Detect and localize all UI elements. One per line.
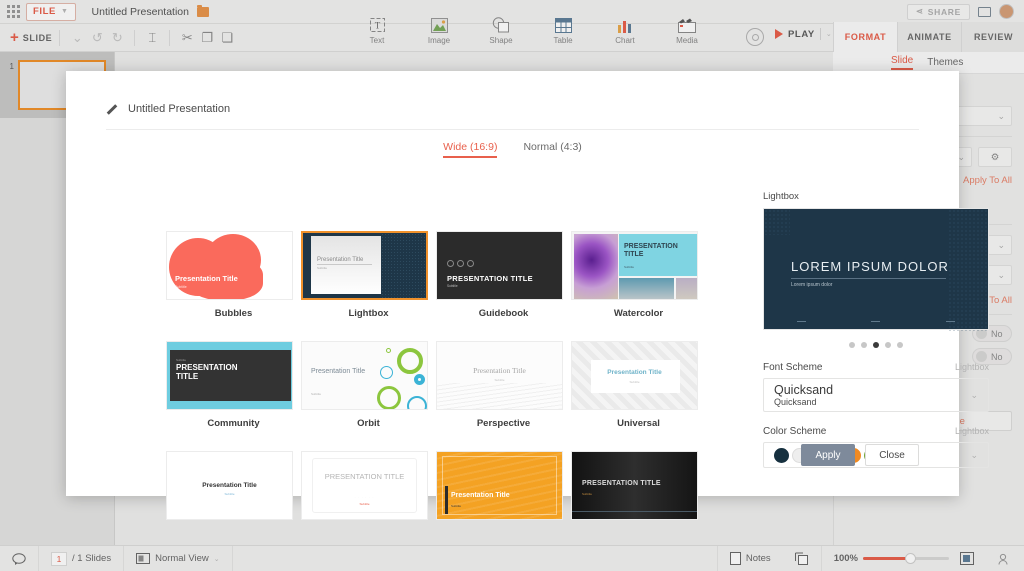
theme-preview-sub: Subtitle: [175, 285, 187, 289]
preview-subline: Lorem ipsum dolor: [791, 282, 832, 288]
theme-preview-title: PRESENTATION TITLE: [447, 274, 533, 283]
theme-preview-title: Presentation Title: [311, 368, 366, 377]
theme-preview-title: PRESENTATION TITLE: [624, 243, 697, 259]
aspect-ratio-tabs: Wide (16:9) Normal (4:3): [66, 141, 959, 158]
theme-preview-sub: Subtitle: [447, 284, 458, 288]
dialog-actions: Apply Close: [801, 444, 919, 466]
preview-footer: [764, 321, 988, 323]
preview-rule: [791, 278, 946, 279]
presentation-editor: FILE ▼ Untitled Presentation ⋖ SHARE + S…: [0, 0, 1024, 571]
theme-thumbnail[interactable]: PRESENTATION TITLE Subtitle: [571, 231, 698, 300]
theme-thumbnail[interactable]: Presentation Title Subtitle: [571, 341, 698, 410]
preview-slide: LOREM IPSUM DOLOR Lorem ipsum dolor: [763, 208, 989, 330]
theme-chooser-dialog: Untitled Presentation Wide (16:9) Normal…: [66, 71, 959, 496]
theme-thumbnail[interactable]: Presentation Title Subtitle: [436, 341, 563, 410]
theme-preview-sub: Subtitle: [451, 504, 461, 508]
theme-preview-sub: Subtitle: [437, 378, 562, 382]
theme-preview-title: Presentation Title: [437, 366, 562, 375]
tab-normal-43[interactable]: Normal (4:3): [523, 141, 581, 158]
font-scheme-block: Font Scheme Lightbox Quicksand Quicksand…: [763, 362, 989, 412]
theme-name: Orbit: [301, 418, 436, 429]
theme-name: Lightbox: [301, 308, 436, 319]
close-button[interactable]: Close: [865, 444, 919, 466]
theme-name: Community: [166, 418, 301, 429]
theme-item-lightbox[interactable]: Presentation Title Subtitle Lightbox: [301, 231, 436, 319]
theme-item-minimal[interactable]: PRESENTATION TITLE · · · · · · Subtitle: [301, 451, 436, 528]
tab-wide-169[interactable]: Wide (16:9): [443, 141, 497, 158]
theme-name: Perspective: [436, 418, 571, 429]
theme-thumbnail[interactable]: PRESENTATION TITLE · · · · · · Subtitle: [301, 451, 428, 520]
font-scheme-head: Font Scheme Lightbox: [763, 362, 989, 373]
theme-name: Watercolor: [571, 308, 706, 319]
theme-thumbnail[interactable]: Presentation Title Subtitle: [166, 231, 293, 300]
pager-dot[interactable]: [861, 342, 867, 348]
theme-item-universal[interactable]: Presentation Title Subtitle Universal: [571, 341, 706, 429]
theme-preview-sub: Subtitle: [167, 492, 292, 496]
theme-item-perspective[interactable]: Presentation Title Subtitle Perspective: [436, 341, 571, 429]
theme-item-plain[interactable]: Presentation Title Subtitle: [166, 451, 301, 528]
theme-preview-sub: Subtitle: [176, 358, 186, 362]
apply-button[interactable]: Apply: [801, 444, 855, 466]
theme-item-noir[interactable]: PRESENTATION TITLE Subtitle: [571, 451, 706, 528]
pencil-icon[interactable]: [106, 103, 118, 115]
theme-preview-sub: Subtitle: [317, 266, 327, 270]
theme-thumbnail[interactable]: PRESENTATION TITLE Subtitle: [436, 231, 563, 300]
theme-thumbnail[interactable]: Presentation Title Subtitle: [436, 451, 563, 520]
pager-dot[interactable]: [897, 342, 903, 348]
theme-preview-title: Presentation Title: [317, 257, 363, 263]
color-swatch[interactable]: [774, 448, 789, 463]
theme-name: Universal: [571, 418, 706, 429]
theme-thumbnail[interactable]: Subtitle PRESENTATION TITLE: [166, 341, 293, 410]
pager-dot-active[interactable]: [873, 342, 879, 348]
dialog-title[interactable]: Untitled Presentation: [128, 103, 230, 115]
theme-preview-sub: Subtitle: [582, 492, 592, 496]
theme-preview-sub: Subtitle: [302, 502, 427, 506]
divider: [106, 129, 919, 130]
theme-name: Guidebook: [436, 308, 571, 319]
pager-dot[interactable]: [885, 342, 891, 348]
theme-name: Bubbles: [166, 308, 301, 319]
theme-item-watercolor[interactable]: PRESENTATION TITLE Subtitle Watercolor: [571, 231, 706, 319]
font-scheme-dropdown[interactable]: Quicksand Quicksand ⌄: [763, 378, 989, 412]
theme-thumbnail[interactable]: PRESENTATION TITLE Subtitle: [571, 451, 698, 520]
theme-thumbnail[interactable]: Presentation Title Subtitle: [166, 451, 293, 520]
theme-item-community[interactable]: Subtitle PRESENTATION TITLE Community: [166, 341, 301, 429]
theme-preview-title: Presentation Title: [572, 369, 697, 376]
theme-grid: Presentation Title Subtitle Bubbles Pres…: [166, 231, 726, 528]
theme-preview-sub: Subtitle: [311, 392, 321, 396]
theme-thumbnail[interactable]: Presentation Title Subtitle: [301, 341, 428, 410]
preview-headline: LOREM IPSUM DOLOR: [791, 259, 949, 274]
theme-preview-sub: Subtitle: [624, 265, 634, 269]
theme-preview-title: Presentation Title: [451, 492, 510, 499]
dot-pattern-decoration: [948, 209, 988, 331]
theme-item-amber[interactable]: Presentation Title Subtitle: [436, 451, 571, 528]
color-scheme-label: Color Scheme: [763, 426, 826, 437]
color-scheme-value: Lightbox: [955, 426, 989, 436]
theme-preview-pane: Lightbox LOREM IPSUM DOLOR Lorem ipsum d…: [763, 191, 989, 468]
theme-preview-title: PRESENTATION TITLE: [302, 472, 427, 481]
theme-item-orbit[interactable]: Presentation Title Subtitle Orbit: [301, 341, 436, 429]
theme-preview-title: Presentation Title: [175, 274, 238, 283]
chevron-down-icon: ⌄: [970, 450, 978, 461]
font-scheme-value: Lightbox: [955, 362, 989, 372]
chevron-down-icon: ⌄: [970, 390, 978, 401]
theme-preview-sub: Subtitle: [572, 380, 697, 384]
theme-preview-title: PRESENTATION TITLE: [582, 480, 661, 487]
theme-thumbnail[interactable]: Presentation Title Subtitle: [301, 231, 428, 300]
color-scheme-head: Color Scheme Lightbox: [763, 426, 989, 437]
font-secondary: Quicksand: [774, 397, 833, 407]
pager-dot[interactable]: [849, 342, 855, 348]
theme-item-bubbles[interactable]: Presentation Title Subtitle Bubbles: [166, 231, 301, 319]
font-primary: Quicksand: [774, 383, 833, 397]
dialog-title-row: Untitled Presentation: [66, 71, 959, 115]
font-scheme-label: Font Scheme: [763, 362, 822, 373]
font-scheme-values: Quicksand Quicksand: [774, 383, 833, 407]
theme-preview-title: Presentation Title: [167, 482, 292, 489]
theme-preview-title: PRESENTATION TITLE: [176, 364, 256, 382]
preview-pager[interactable]: [763, 342, 989, 348]
dot-pattern-decoration: [764, 209, 790, 235]
preview-theme-label: Lightbox: [763, 191, 989, 202]
theme-item-guidebook[interactable]: PRESENTATION TITLE Subtitle Guidebook: [436, 231, 571, 319]
